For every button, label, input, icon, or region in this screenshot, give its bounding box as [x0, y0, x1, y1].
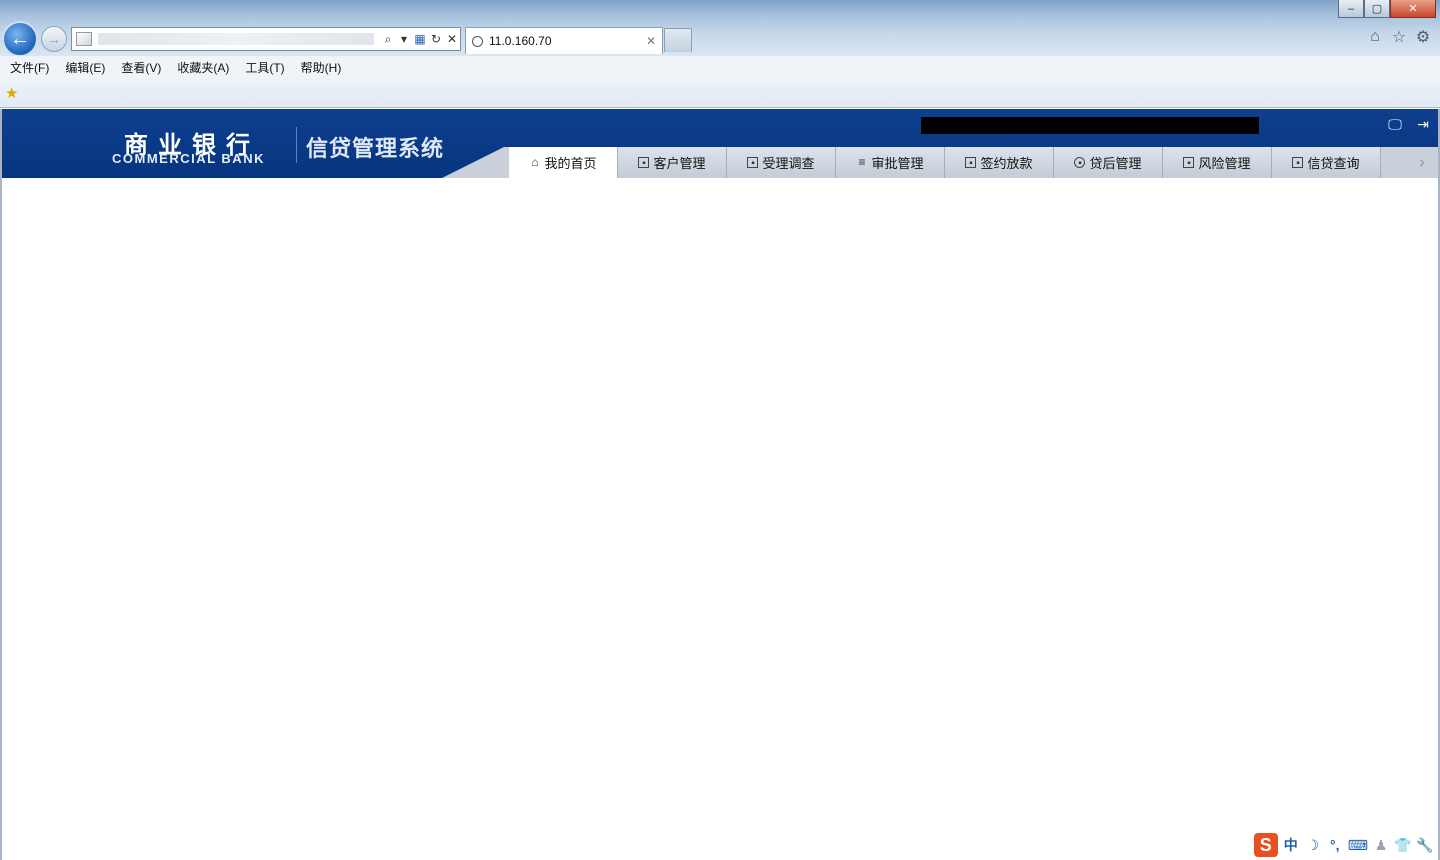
menu-file[interactable]: 文件(F)	[10, 59, 49, 76]
system-title: 信贷管理系统	[306, 136, 445, 161]
page-favicon-icon	[76, 32, 92, 46]
page-content: 商业银行 COMMERCIAL BANK 信贷管理系统 🖵 ⇥ ⌂ 我的首页 ▪…	[0, 109, 1440, 860]
survey-icon: ▪	[747, 157, 759, 169]
new-tab-button[interactable]	[664, 28, 692, 52]
gear-icon[interactable]: ⚙	[1414, 28, 1432, 46]
desktop-icon[interactable]: 🖵	[1386, 115, 1404, 133]
post-loan-icon: ▪	[1074, 157, 1086, 169]
close-window-button[interactable]: ✕	[1390, 0, 1436, 18]
stop-icon[interactable]: ✕	[444, 32, 460, 46]
address-input[interactable]	[98, 33, 374, 45]
arrow-right-icon: →	[47, 31, 61, 47]
browser-title-area: – ▢ ✕ ← → ⌕ ▾ ▦ ↻ ✕ 11.0.160.70 ✕ ⌂ ☆ ⚙	[0, 0, 1440, 57]
main-nav: ⌂ 我的首页 ▪ 客户管理 ▪ 受理调查 ≡ 审批管理 ▪ 签约放款 ▪ 贷后管…	[509, 147, 1381, 178]
tab-title: 11.0.160.70	[489, 34, 552, 48]
refresh-icon[interactable]: ↻	[428, 32, 444, 46]
menu-edit[interactable]: 编辑(E)	[65, 59, 105, 76]
address-bar[interactable]: ⌕ ▾ ▦ ↻ ✕	[71, 27, 461, 51]
tab-customer-management[interactable]: ▪ 客户管理	[618, 147, 727, 178]
chevron-right-icon: ›	[1419, 153, 1425, 171]
tab-acceptance-survey[interactable]: ▪ 受理调查	[727, 147, 836, 178]
logout-icon[interactable]: ⇥	[1414, 115, 1432, 133]
logo-divider	[296, 127, 297, 163]
tab-home[interactable]: ⌂ 我的首页	[509, 147, 618, 178]
tab-label: 签约放款	[980, 156, 1033, 171]
search-icon[interactable]: ⌕	[380, 32, 396, 47]
skin-icon[interactable]: 👕	[1394, 837, 1412, 854]
forward-button[interactable]: →	[41, 26, 67, 52]
sogou-logo-icon[interactable]: S	[1253, 833, 1278, 857]
back-button[interactable]: ←	[2, 21, 38, 57]
menu-tools[interactable]: 工具(T)	[245, 59, 284, 76]
menu-view[interactable]: 查看(V)	[121, 59, 161, 76]
maximize-button[interactable]: ▢	[1364, 0, 1390, 18]
tab-credit-inquiry[interactable]: ▪ 信贷查询	[1272, 147, 1381, 178]
chevron-down-icon[interactable]: ▾	[396, 32, 412, 46]
tab-contract-disbursement[interactable]: ▪ 签约放款	[945, 147, 1054, 178]
compatibility-view-icon[interactable]: ▦	[412, 32, 428, 46]
tab-label: 受理调查	[762, 156, 815, 171]
wrench-icon[interactable]: 🔧	[1416, 837, 1434, 854]
home-icon[interactable]: ⌂	[1366, 28, 1384, 46]
add-favorite-icon[interactable]: ★	[5, 84, 18, 102]
tab-label: 审批管理	[871, 156, 924, 171]
risk-icon: ▪	[1183, 157, 1195, 169]
tab-label: 客户管理	[653, 156, 706, 171]
browser-tools: ⌂ ☆ ⚙	[1366, 28, 1432, 46]
tab-close-icon[interactable]: ✕	[646, 34, 656, 48]
minimize-button[interactable]: –	[1338, 0, 1364, 18]
redacted-user-info	[921, 117, 1259, 134]
favorites-star-icon[interactable]: ☆	[1390, 28, 1408, 46]
moon-icon[interactable]: ☽	[1304, 837, 1322, 854]
header-tools: 🖵 ⇥	[1386, 115, 1432, 133]
ime-toolbar: S 中 ☽ °, ⌨ ♟ 👕 🔧	[1251, 832, 1436, 858]
tab-approval-management[interactable]: ≡ 审批管理	[836, 147, 945, 178]
favorites-bar: ★	[0, 78, 1440, 108]
keyboard-icon[interactable]: ⌨	[1348, 837, 1368, 854]
list-icon: ≡	[858, 155, 866, 169]
tab-post-loan-management[interactable]: ▪ 贷后管理	[1054, 147, 1163, 178]
bank-header: 商业银行 COMMERCIAL BANK 信贷管理系统 🖵 ⇥ ⌂ 我的首页 ▪…	[2, 109, 1438, 178]
user-icon[interactable]: ♟	[1372, 837, 1390, 854]
ime-chinese-mode[interactable]: 中	[1282, 835, 1300, 855]
tab-label: 贷后管理	[1089, 156, 1142, 171]
tab-label: 信贷查询	[1307, 156, 1360, 171]
tab-label: 我的首页	[544, 156, 597, 171]
nav-scroll-right-button[interactable]: ›	[1410, 147, 1434, 178]
window-controls: – ▢ ✕	[1338, 0, 1436, 18]
home-icon: ⌂	[531, 155, 539, 169]
menu-favorites[interactable]: 收藏夹(A)	[177, 59, 229, 76]
menu-help[interactable]: 帮助(H)	[301, 59, 342, 76]
inquiry-icon: ▪	[1292, 157, 1304, 169]
arrow-left-icon: ←	[10, 27, 30, 50]
menu-bar: 文件(F) 编辑(E) 查看(V) 收藏夹(A) 工具(T) 帮助(H)	[0, 56, 1440, 78]
customer-icon: ▪	[638, 157, 650, 169]
contract-icon: ▪	[965, 157, 977, 169]
browser-tab[interactable]: 11.0.160.70 ✕	[465, 27, 663, 54]
bank-logo-en: COMMERCIAL BANK	[112, 151, 265, 166]
tab-label: 风险管理	[1198, 156, 1251, 171]
tab-risk-management[interactable]: ▪ 风险管理	[1163, 147, 1272, 178]
punctuation-icon[interactable]: °,	[1326, 837, 1344, 853]
loading-icon	[472, 35, 483, 47]
